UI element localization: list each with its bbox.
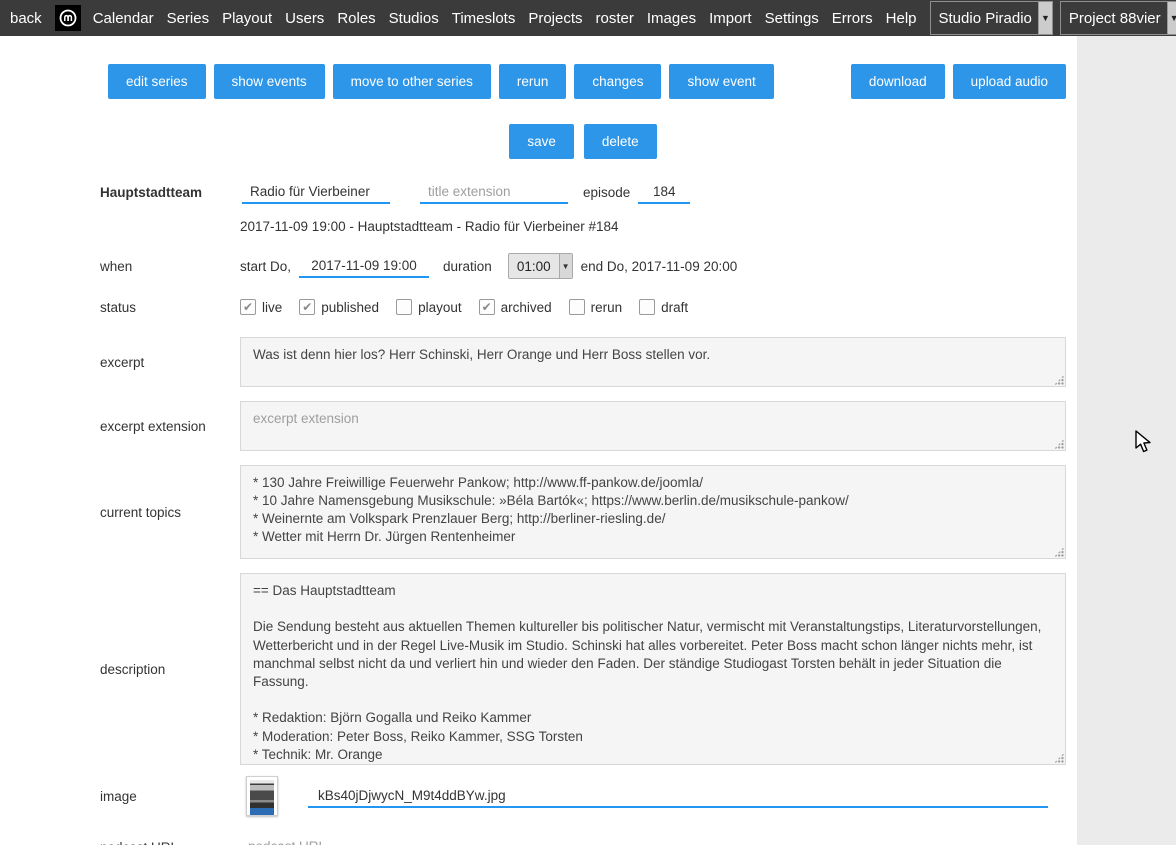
checkbox-live[interactable]: live — [240, 299, 282, 315]
checkbox-rerun-label: rerun — [591, 300, 623, 315]
start-datetime-input[interactable] — [299, 254, 429, 278]
duration-select[interactable]: 01:00 ▼ — [508, 253, 573, 279]
checkbox-rerun-box[interactable] — [569, 299, 585, 315]
checkbox-draft-box[interactable] — [639, 299, 655, 315]
episode-image-thumbnail[interactable] — [246, 776, 278, 816]
title-input[interactable] — [242, 180, 390, 204]
excerpt-textarea[interactable]: Was ist denn hier los? Herr Schinski, He… — [240, 337, 1066, 387]
podcast-url-row: podcast URL — [100, 835, 1066, 845]
when-row: when start Do, duration 01:00 ▼ end Do, … — [100, 253, 1066, 279]
logo-glyph — [58, 8, 78, 28]
piradio-logo-icon[interactable] — [55, 5, 81, 31]
checkbox-playout-label: playout — [418, 300, 462, 315]
rerun-button[interactable]: rerun — [499, 64, 567, 99]
right-gutter — [1077, 36, 1176, 845]
podcast-url-input[interactable] — [240, 835, 1050, 845]
toolbar-right-group: download upload audio — [851, 64, 1066, 99]
project-select[interactable]: Project 88vier ▼ — [1060, 1, 1176, 35]
duration-select-value: 01:00 — [509, 259, 559, 274]
duration-label: duration — [443, 259, 492, 274]
nav-item-images[interactable]: Images — [647, 10, 696, 27]
show-event-button[interactable]: show event — [669, 64, 773, 99]
checkbox-draft-label: draft — [661, 300, 688, 315]
studio-select[interactable]: Studio Piradio ▼ — [930, 1, 1053, 35]
checkbox-archived-box[interactable] — [479, 299, 495, 315]
start-label: start Do, — [240, 259, 291, 274]
show-events-button[interactable]: show events — [214, 64, 325, 99]
nav-item-roles[interactable]: Roles — [337, 10, 375, 27]
nav-item-studios[interactable]: Studios — [389, 10, 439, 27]
excerpt-extension-label: excerpt extension — [100, 419, 240, 434]
episode-input[interactable] — [638, 180, 690, 204]
checkbox-draft[interactable]: draft — [639, 299, 688, 315]
image-label: image — [100, 789, 240, 804]
nav-item-calendar[interactable]: Calendar — [93, 10, 154, 27]
checkbox-archived[interactable]: archived — [479, 299, 552, 315]
nav-item-projects[interactable]: Projects — [528, 10, 582, 27]
edit-series-button[interactable]: edit series — [108, 64, 206, 99]
delete-button[interactable]: delete — [584, 124, 657, 159]
thumbnail-band — [250, 808, 274, 815]
description-row: description == Das Hauptstadtteam Die Se… — [100, 573, 1066, 765]
nav-item-errors[interactable]: Errors — [832, 10, 873, 27]
nav-item-users[interactable]: Users — [285, 10, 324, 27]
excerpt-row: excerpt Was ist denn hier los? Herr Schi… — [100, 337, 1066, 387]
move-to-other-series-button[interactable]: move to other series — [333, 64, 491, 99]
checkbox-playout[interactable]: playout — [396, 299, 462, 315]
chevron-down-icon: ▼ — [1038, 2, 1052, 34]
checkbox-published-label: published — [321, 300, 379, 315]
description-label: description — [100, 662, 240, 677]
when-label: when — [100, 259, 240, 274]
nav-item-playout[interactable]: Playout — [222, 10, 272, 27]
upload-audio-button[interactable]: upload audio — [953, 64, 1066, 99]
chevron-down-icon: ▼ — [1167, 2, 1176, 34]
nav-item-timeslots[interactable]: Timeslots — [452, 10, 516, 27]
nav-item-roster[interactable]: roster — [596, 10, 634, 27]
description-textarea[interactable]: == Das Hauptstadtteam Die Sendung besteh… — [240, 573, 1066, 765]
changes-button[interactable]: changes — [574, 64, 661, 99]
nav-item-import[interactable]: Import — [709, 10, 752, 27]
episode-label: episode — [583, 185, 630, 200]
excerpt-label: excerpt — [100, 355, 240, 370]
series-name-label: Hauptstadtteam — [100, 185, 240, 200]
current-topics-label: current topics — [100, 505, 240, 520]
current-topics-row: current topics * 130 Jahre Freiwillige F… — [100, 465, 1066, 559]
top-nav: back Calendar Series Playout Users Roles… — [0, 0, 1176, 36]
project-select-value: Project 88vier — [1061, 10, 1167, 27]
thumbnail-artwork — [250, 780, 274, 808]
excerpt-extension-row: excerpt extension — [100, 401, 1066, 451]
toolbar: edit series show events move to other se… — [100, 64, 1066, 99]
image-row: image — [100, 773, 1066, 819]
checkbox-archived-label: archived — [501, 300, 552, 315]
nav-back[interactable]: back — [10, 10, 42, 27]
status-label: status — [100, 300, 240, 315]
podcast-url-label: podcast URL — [100, 840, 240, 845]
current-topics-textarea[interactable]: * 130 Jahre Freiwillige Feuerwehr Pankow… — [240, 465, 1066, 559]
checkbox-live-label: live — [262, 300, 282, 315]
excerpt-extension-textarea[interactable] — [240, 401, 1066, 451]
title-extension-input[interactable] — [420, 180, 568, 204]
chevron-down-icon: ▼ — [559, 254, 572, 278]
image-filename-input[interactable] — [308, 784, 1048, 808]
checkbox-published-box[interactable] — [299, 299, 315, 315]
checkbox-published[interactable]: published — [299, 299, 379, 315]
checkbox-playout-box[interactable] — [396, 299, 412, 315]
main-content: edit series show events move to other se… — [0, 36, 1077, 845]
save-delete-row: save delete — [100, 124, 1066, 159]
save-button[interactable]: save — [509, 124, 574, 159]
checkbox-rerun[interactable]: rerun — [569, 299, 623, 315]
toolbar-left-group: edit series show events move to other se… — [108, 64, 774, 99]
nav-item-series[interactable]: Series — [167, 10, 210, 27]
end-datetime-label: end Do, 2017-11-09 20:00 — [581, 259, 738, 274]
download-button[interactable]: download — [851, 64, 945, 99]
status-row: status live published playout archived — [100, 299, 1066, 315]
nav-item-help[interactable]: Help — [886, 10, 917, 27]
nav-item-settings[interactable]: Settings — [765, 10, 819, 27]
checkbox-live-box[interactable] — [240, 299, 256, 315]
episode-summary-line: 2017-11-09 19:00 - Hauptstadtteam - Radi… — [240, 219, 1066, 234]
title-row: Hauptstadtteam episode — [100, 180, 1066, 204]
studio-select-value: Studio Piradio — [931, 10, 1038, 27]
